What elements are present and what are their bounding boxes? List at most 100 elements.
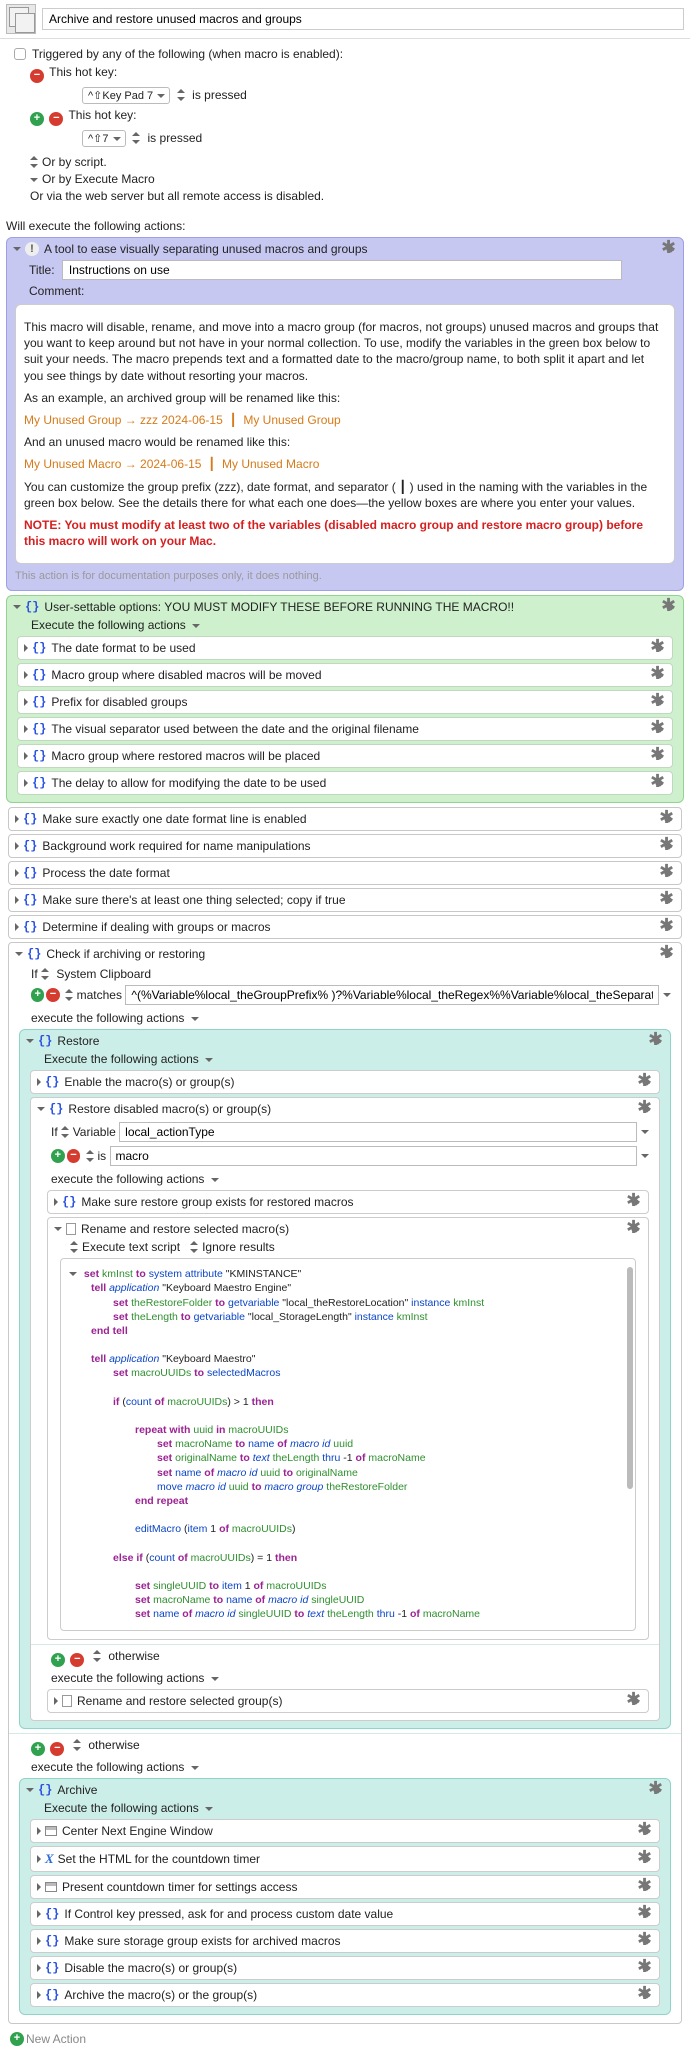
g2-disclosure[interactable] xyxy=(15,869,19,877)
a4-disclosure[interactable] xyxy=(37,1937,41,1945)
a0-label[interactable]: Center Next Engine Window xyxy=(62,1824,639,1838)
purple-disclosure[interactable] xyxy=(13,247,21,251)
sub2-disclosure[interactable] xyxy=(54,1227,62,1231)
or-exec-disclosure[interactable] xyxy=(30,178,38,182)
if-any-stepper[interactable] xyxy=(41,968,49,980)
otherwise-add[interactable]: + xyxy=(51,1653,65,1667)
is-add[interactable]: + xyxy=(51,1149,65,1163)
r2-gear[interactable] xyxy=(639,1102,653,1116)
a1-gear[interactable] xyxy=(639,1852,653,1866)
if-cond-stepper[interactable] xyxy=(61,1126,69,1138)
otherwise-remove[interactable]: − xyxy=(70,1653,84,1667)
gr5-gear[interactable] xyxy=(652,776,666,790)
g4-label[interactable]: Determine if dealing with groups or macr… xyxy=(42,920,661,934)
gr3-label[interactable]: The visual separator used between the da… xyxy=(51,722,652,736)
enable-disclosure[interactable] xyxy=(37,1078,41,1086)
remove-trigger-2-btn[interactable]: − xyxy=(49,112,63,126)
a5-gear[interactable] xyxy=(639,1961,653,1975)
matches-stepper[interactable] xyxy=(65,989,73,1001)
g0-gear[interactable] xyxy=(661,812,675,826)
trigger-any-checkbox[interactable] xyxy=(14,48,26,60)
archive-gear[interactable] xyxy=(650,1783,664,1797)
sub3-disclosure[interactable] xyxy=(54,1697,58,1705)
green-disclosure[interactable] xyxy=(13,605,21,609)
a2-label[interactable]: Present countdown timer for settings acc… xyxy=(62,1880,639,1894)
gr0-label[interactable]: The date format to be used xyxy=(51,641,652,655)
gr4-label[interactable]: Macro group where restored macros will b… xyxy=(51,749,652,763)
archive-exec-menu[interactable] xyxy=(205,1807,213,1811)
scriptopt1-stepper[interactable] xyxy=(70,1241,78,1253)
is-stepper[interactable] xyxy=(86,1150,94,1162)
sub1-disclosure[interactable] xyxy=(54,1198,58,1206)
gr2-disclosure[interactable] xyxy=(24,698,28,706)
restore-disclosure[interactable] xyxy=(26,1039,34,1043)
g1-disclosure[interactable] xyxy=(15,842,19,850)
archive-disclosure[interactable] xyxy=(26,1788,34,1792)
script-scrollbar[interactable] xyxy=(627,1267,633,1489)
a6-label[interactable]: Archive the macro(s) or the group(s) xyxy=(64,1988,639,2002)
regex-menu[interactable] xyxy=(663,993,671,997)
g4-disclosure[interactable] xyxy=(15,923,19,931)
gr1-gear[interactable] xyxy=(652,668,666,682)
a0-disclosure[interactable] xyxy=(37,1827,41,1835)
gr4-gear[interactable] xyxy=(652,749,666,763)
exec-again-menu[interactable] xyxy=(191,1766,199,1770)
a4-gear[interactable] xyxy=(639,1934,653,1948)
g2-gear[interactable] xyxy=(661,866,675,880)
a1-label[interactable]: Set the HTML for the countdown timer xyxy=(58,1852,639,1866)
check-gear[interactable] xyxy=(661,947,675,961)
g2-label[interactable]: Process the date format xyxy=(42,866,661,880)
hotkey-2-field[interactable]: ^⇧7 xyxy=(82,130,126,147)
a6-gear[interactable] xyxy=(639,1988,653,2002)
is-remove[interactable]: − xyxy=(67,1149,81,1163)
gr4-disclosure[interactable] xyxy=(24,752,28,760)
g3-gear[interactable] xyxy=(661,893,675,907)
macro-title-input[interactable] xyxy=(42,8,684,30)
gr0-gear[interactable] xyxy=(652,641,666,655)
add-trigger-btn[interactable]: + xyxy=(30,112,44,126)
hotkey-2-stepper[interactable] xyxy=(132,132,140,144)
a1-disclosure[interactable] xyxy=(37,1855,41,1863)
is-value-input[interactable] xyxy=(110,1146,638,1166)
a2-disclosure[interactable] xyxy=(37,1883,41,1891)
gr1-disclosure[interactable] xyxy=(24,671,28,679)
sub1-label[interactable]: Make sure restore group exists for resto… xyxy=(81,1195,628,1209)
gr0-disclosure[interactable] xyxy=(24,644,28,652)
variable-name-input[interactable] xyxy=(119,1122,637,1142)
cond-add[interactable]: + xyxy=(31,988,44,1002)
exec3-menu[interactable] xyxy=(211,1677,219,1681)
var-menu[interactable] xyxy=(641,1130,649,1134)
gr2-gear[interactable] xyxy=(652,695,666,709)
gr3-disclosure[interactable] xyxy=(24,725,28,733)
script-opt1[interactable]: Execute text script xyxy=(82,1240,180,1254)
script-opt2[interactable]: Ignore results xyxy=(202,1240,275,1254)
purple-gear-icon[interactable] xyxy=(663,242,677,256)
a6-disclosure[interactable] xyxy=(37,1991,41,1999)
comment-body[interactable]: This macro will disable, rename, and mov… xyxy=(15,304,675,564)
g0-disclosure[interactable] xyxy=(15,815,19,823)
enable-gear[interactable] xyxy=(639,1075,653,1089)
g3-disclosure[interactable] xyxy=(15,896,19,904)
gr5-label[interactable]: The delay to allow for modifying the dat… xyxy=(51,776,652,790)
enable-label[interactable]: Enable the macro(s) or group(s) xyxy=(64,1075,639,1089)
sub3-gear[interactable] xyxy=(628,1694,642,1708)
gr2-label[interactable]: Prefix for disabled groups xyxy=(51,695,652,709)
check-disclosure[interactable] xyxy=(15,952,23,956)
g1-gear[interactable] xyxy=(661,839,675,853)
exec-menu[interactable] xyxy=(191,1017,199,1021)
or-script-toggle[interactable] xyxy=(30,156,38,168)
sub3-label[interactable]: Rename and restore selected group(s) xyxy=(77,1694,628,1708)
a4-label[interactable]: Make sure storage group exists for archi… xyxy=(64,1934,639,1948)
scriptopt2-stepper[interactable] xyxy=(190,1241,198,1253)
g0-label[interactable]: Make sure exactly one date format line i… xyxy=(42,812,661,826)
otherwise-stepper[interactable] xyxy=(93,1650,101,1662)
gr3-gear[interactable] xyxy=(652,722,666,736)
a5-label[interactable]: Disable the macro(s) or group(s) xyxy=(64,1961,639,1975)
g4-gear[interactable] xyxy=(661,920,675,934)
a3-gear[interactable] xyxy=(639,1907,653,1921)
sub2-gear[interactable] xyxy=(628,1222,642,1236)
otherwise2-stepper[interactable] xyxy=(73,1739,81,1751)
green-exec-menu[interactable] xyxy=(192,624,200,628)
restore-exec-menu[interactable] xyxy=(205,1058,213,1062)
green-gear-icon[interactable] xyxy=(663,600,677,614)
